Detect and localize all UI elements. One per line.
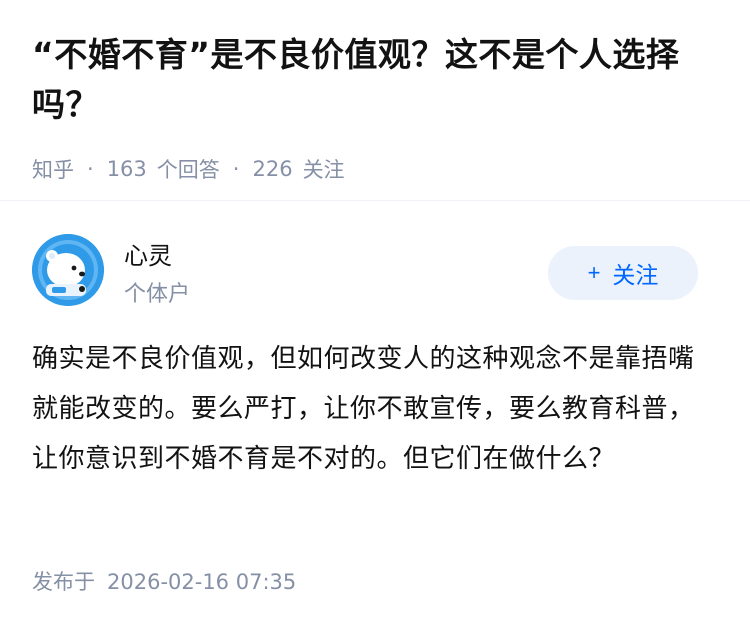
publish-time: 2026-02-16 07:35	[107, 570, 297, 594]
answer-content: 确实是不良价值观，但如何改变人的这种观念不是靠捂嘴就能改变的。要么严打，让你不敢…	[32, 344, 695, 474]
follow-button-label: 关注	[612, 262, 659, 288]
source-label[interactable]: 知乎	[32, 154, 74, 184]
avatar[interactable]	[32, 234, 104, 306]
question-meta: 知乎 · 163 个回答 · 226 关注	[32, 154, 722, 184]
answer-count: 163	[106, 157, 147, 181]
publish-info: 发布于 2026-02-16 07:35	[32, 566, 296, 596]
follow-button[interactable]: + 关注	[548, 246, 698, 300]
follower-count: 226	[252, 157, 293, 181]
meta-separator: ·	[87, 157, 94, 181]
author-card: 心灵 个体户 + 关注	[32, 234, 718, 310]
answer-count-label: 个回答	[156, 158, 220, 182]
question-title[interactable]: “不婚不育”是不良价值观？这不是个人选择吗？	[32, 30, 722, 130]
author-name[interactable]: 心灵	[124, 236, 172, 271]
publish-label: 发布于	[32, 570, 95, 594]
polar-bear-avatar-icon	[32, 234, 104, 306]
meta-separator: ·	[232, 157, 240, 181]
question-header: “不婚不育”是不良价值观？这不是个人选择吗？ 知乎 · 163 个回答 · 22…	[32, 30, 722, 184]
follower-count-label: 关注	[302, 158, 345, 182]
divider	[0, 200, 750, 201]
author-tag: 个体户	[124, 282, 191, 307]
plus-icon: +	[587, 260, 601, 285]
